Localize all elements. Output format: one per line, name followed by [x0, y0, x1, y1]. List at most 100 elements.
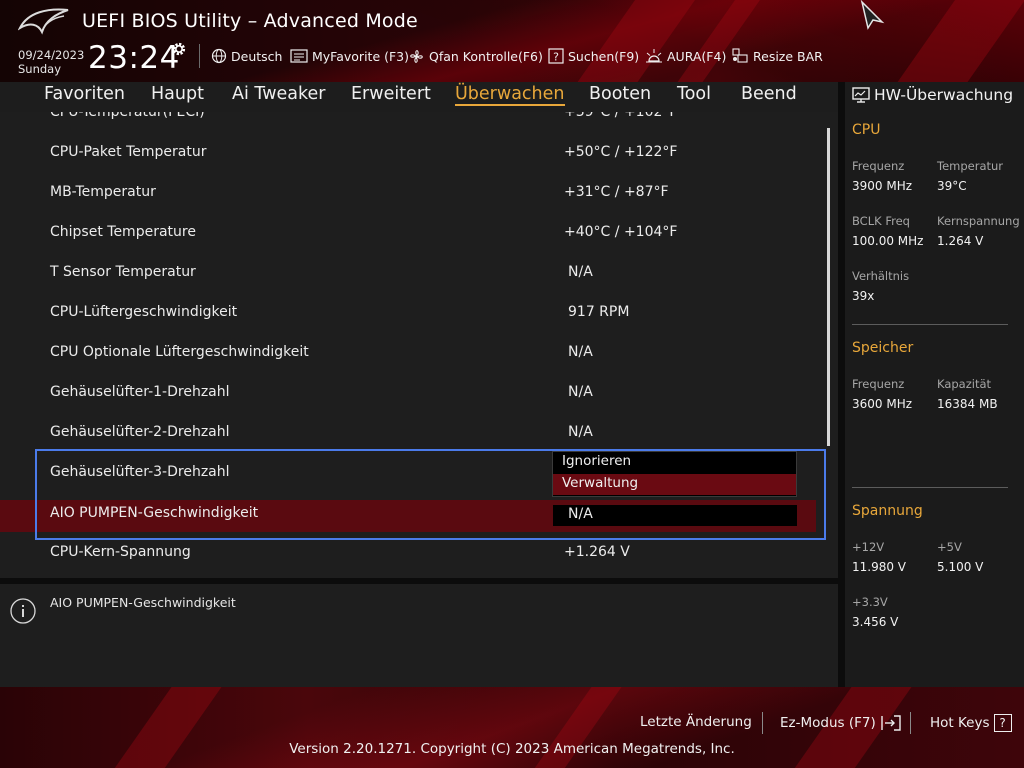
exit-arrow-icon	[881, 715, 901, 731]
search-label: Suchen(F9)	[568, 48, 640, 64]
tab-erweitert[interactable]: Erweitert	[351, 84, 431, 104]
hw-bclk-value: 100.00 MHz	[852, 234, 924, 248]
setting-row-t-sensor-temp[interactable]: T Sensor Temperatur N/A	[0, 254, 816, 294]
language-label: Deutsch	[231, 48, 283, 64]
qfan-label: Qfan Kontrolle(F6)	[429, 48, 543, 64]
last-change-button[interactable]: Letzte Änderung	[640, 714, 752, 730]
setting-row-chipset-temp[interactable]: Chipset Temperature +40°C / +104°F	[0, 214, 816, 254]
qfan-button[interactable]: Qfan Kontrolle(F6)	[408, 47, 543, 65]
tab-ueberwachen[interactable]: Überwachen	[455, 84, 565, 106]
setting-label: CPU Optionale Lüftergeschwindigkeit	[50, 344, 309, 360]
setting-value: N/A	[568, 264, 593, 280]
footer-separator	[910, 712, 911, 734]
myfavorite-button[interactable]: MyFavorite (F3)	[290, 47, 409, 65]
fan-icon	[410, 49, 423, 63]
setting-row-chassis-fan-1[interactable]: Gehäuselüfter-1-Drehzahl N/A	[0, 374, 816, 414]
app-title: UEFI BIOS Utility – Advanced Mode	[82, 10, 418, 32]
hw-mem-cap-label: Kapazität	[937, 377, 992, 391]
setting-row-cpu-temp-peci[interactable]: CPU-Temperatur(PECI) +39°C / +102°F	[0, 112, 816, 134]
info-icon	[10, 598, 36, 624]
aura-label: AURA(F4)	[667, 48, 727, 64]
help-search-icon: ?	[548, 48, 564, 64]
setting-label: Gehäuselüfter-1-Drehzahl	[50, 384, 230, 400]
setting-label: CPU-Temperatur(PECI)	[50, 112, 205, 120]
hw-mem-freq-value: 3600 MHz	[852, 397, 913, 411]
question-key-icon: ?	[993, 714, 1012, 732]
myfavorite-label: MyFavorite (F3)	[312, 48, 410, 64]
setting-value: +50°C / +122°F	[564, 144, 678, 160]
hw-12v-label: +12V	[852, 540, 885, 554]
setting-value: N/A	[568, 424, 593, 440]
hw-cpu-temp-label: Temperatur	[937, 159, 1004, 173]
setting-label: T Sensor Temperatur	[50, 264, 196, 280]
hw-cpu-temp-value: 39°C	[937, 179, 967, 193]
hw-mem-freq-label: Frequenz	[852, 377, 905, 391]
setting-value: +31°C / +87°F	[564, 184, 669, 200]
monitor-icon	[852, 87, 870, 103]
globe-icon	[211, 48, 227, 64]
setting-row-cpu-opt-fan-speed[interactable]: CPU Optionale Lüftergeschwindigkeit N/A	[0, 334, 816, 374]
setting-value: N/A	[568, 384, 593, 400]
svg-text:?: ?	[553, 51, 559, 64]
setting-row-chassis-fan-2[interactable]: Gehäuselüfter-2-Drehzahl N/A	[0, 414, 816, 454]
setting-row-mb-temp[interactable]: MB-Temperatur +31°C / +87°F	[0, 174, 816, 214]
footer-separator	[762, 712, 763, 734]
hw-12v-value: 11.980 V	[852, 560, 907, 574]
setting-label: MB-Temperatur	[50, 184, 156, 200]
hw-ratio-value: 39x	[852, 289, 875, 303]
tab-beend[interactable]: Beend	[741, 84, 797, 104]
setting-row-cpu-package-temp[interactable]: CPU-Paket Temperatur +50°C / +122°F	[0, 134, 816, 174]
setting-value: N/A	[568, 344, 593, 360]
hw-voltage-heading: Spannung	[852, 503, 923, 519]
setting-value: +40°C / +104°F	[564, 224, 678, 240]
date-text: 09/24/2023	[18, 48, 85, 62]
help-description-text: AIO PUMPEN-Geschwindigkeit	[50, 595, 236, 610]
header-decor-stripe	[557, 0, 703, 82]
setting-label: Chipset Temperature	[50, 224, 196, 240]
hw-5v-label: +5V	[937, 540, 962, 554]
setting-label: CPU-Lüftergeschwindigkeit	[50, 304, 238, 320]
hw-cpu-freq-label: Frequenz	[852, 159, 905, 173]
search-button[interactable]: ? Suchen(F9)	[548, 47, 639, 65]
tab-ai-tweaker[interactable]: Ai Tweaker	[232, 84, 325, 104]
setting-value: 917 RPM	[568, 304, 630, 320]
hw-ratio-label: Verhältnis	[852, 269, 910, 283]
hw-vcore-label: Kernspannung	[937, 214, 1020, 228]
aura-button[interactable]: AURA(F4)	[645, 47, 726, 65]
ez-mode-label: Ez-Modus (F7)	[780, 715, 876, 731]
weekday-text: Sunday	[18, 62, 62, 76]
ez-mode-button[interactable]: Ez-Modus (F7)	[780, 714, 902, 732]
hw-cpu-heading: CPU	[852, 122, 881, 138]
settings-scrollbar[interactable]	[827, 128, 830, 446]
hw-33v-label: +3.3V	[852, 595, 888, 609]
resizebar-label: Resize BAR	[753, 48, 823, 64]
hw-mem-cap-value: 16384 MB	[937, 397, 998, 411]
hw-cpu-freq-value: 3900 MHz	[852, 179, 913, 193]
hw-monitor-title: HW-Überwachung	[874, 86, 1014, 104]
setting-row-cpu-core-voltage[interactable]: CPU-Kern-Spannung +1.264 V	[0, 534, 816, 574]
tab-favoriten[interactable]: Favoriten	[44, 84, 125, 104]
focus-highlight-box	[35, 449, 826, 540]
tab-haupt[interactable]: Haupt	[151, 84, 204, 104]
hw-divider	[852, 487, 1008, 488]
copyright-text: Version 2.20.1271. Copyright (C) 2023 Am…	[289, 741, 735, 757]
setting-value: +39°C / +102°F	[564, 112, 678, 120]
hot-keys-button[interactable]: Hot Keys ?	[930, 714, 1012, 732]
tab-booten[interactable]: Booten	[589, 84, 651, 104]
resizebar-button[interactable]: Resize BAR	[731, 47, 823, 65]
mouse-cursor-icon	[860, 0, 885, 30]
setting-value: +1.264 V	[564, 544, 630, 560]
setting-label: CPU-Kern-Spannung	[50, 544, 191, 560]
last-change-label: Letzte Änderung	[640, 714, 752, 730]
hw-33v-value: 3.456 V	[852, 615, 899, 629]
hot-keys-label: Hot Keys	[930, 715, 990, 731]
setting-label: CPU-Paket Temperatur	[50, 144, 207, 160]
setting-row-cpu-fan-speed[interactable]: CPU-Lüftergeschwindigkeit 917 RPM	[0, 294, 816, 334]
rog-logo-icon	[18, 8, 69, 35]
tab-tool[interactable]: Tool	[677, 84, 711, 104]
gear-icon[interactable]	[170, 40, 188, 58]
date-display: 09/24/2023 Sunday	[18, 48, 84, 76]
setting-label: Gehäuselüfter-2-Drehzahl	[50, 424, 230, 440]
language-button[interactable]: Deutsch	[211, 47, 282, 65]
resize-bar-icon	[732, 48, 748, 63]
